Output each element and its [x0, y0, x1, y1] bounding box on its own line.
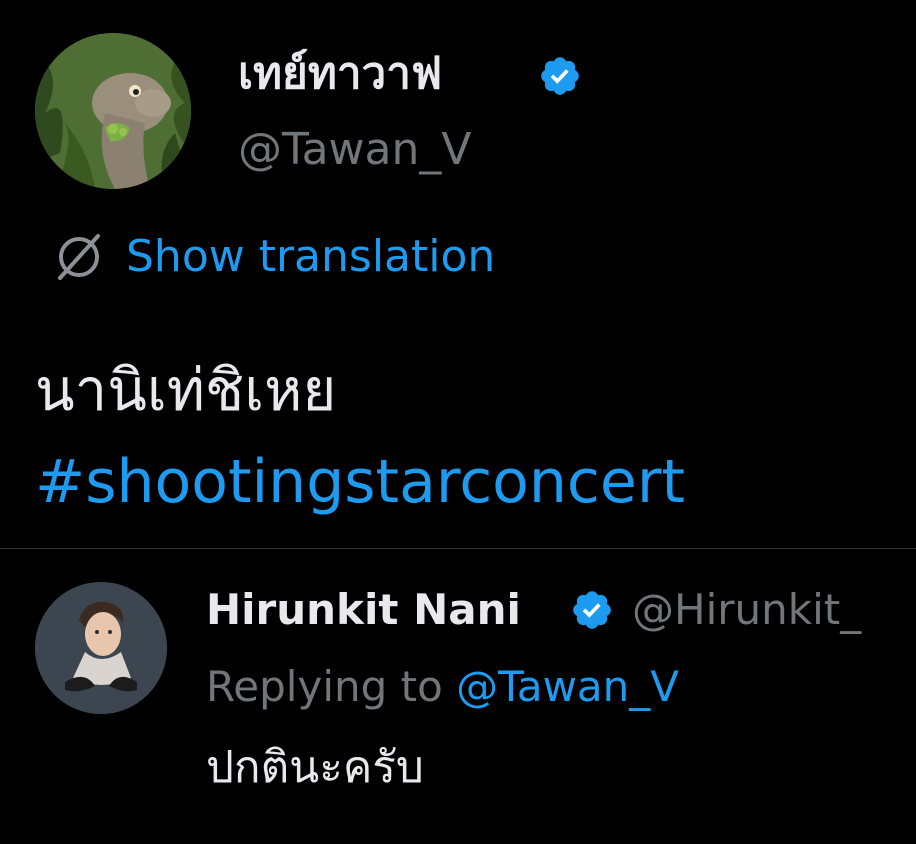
verified-badge-icon	[541, 57, 579, 95]
verified-badge-icon	[573, 591, 611, 629]
tweet-text: นานิเท่ชิเหย	[35, 356, 337, 424]
reply-author-handle[interactable]: @Hirunkit_	[632, 583, 861, 637]
hashtag-link[interactable]: #shootingstarconcert	[35, 444, 685, 520]
reply-author-avatar[interactable]	[35, 582, 167, 714]
replying-to-label: Replying to	[206, 662, 457, 711]
show-translation-label: Show translation	[126, 231, 496, 282]
person-avatar-icon	[35, 582, 167, 714]
show-translation-button[interactable]: Show translation	[50, 228, 495, 286]
reply-text: ปกตินะครับ	[206, 742, 424, 793]
author-avatar[interactable]	[35, 33, 191, 189]
author-display-name[interactable]: เทย์ทาวาฟ	[238, 46, 442, 102]
reply-author-name[interactable]: Hirunkit Nani	[206, 583, 521, 637]
dinosaur-avatar-icon	[35, 33, 191, 189]
author-handle[interactable]: @Tawan_V	[238, 122, 472, 178]
globe-icon	[58, 234, 100, 280]
replying-to-handle-link[interactable]: @Tawan_V	[456, 662, 679, 711]
replying-to-line: Replying to @Tawan_V	[206, 660, 679, 714]
divider	[0, 548, 916, 549]
